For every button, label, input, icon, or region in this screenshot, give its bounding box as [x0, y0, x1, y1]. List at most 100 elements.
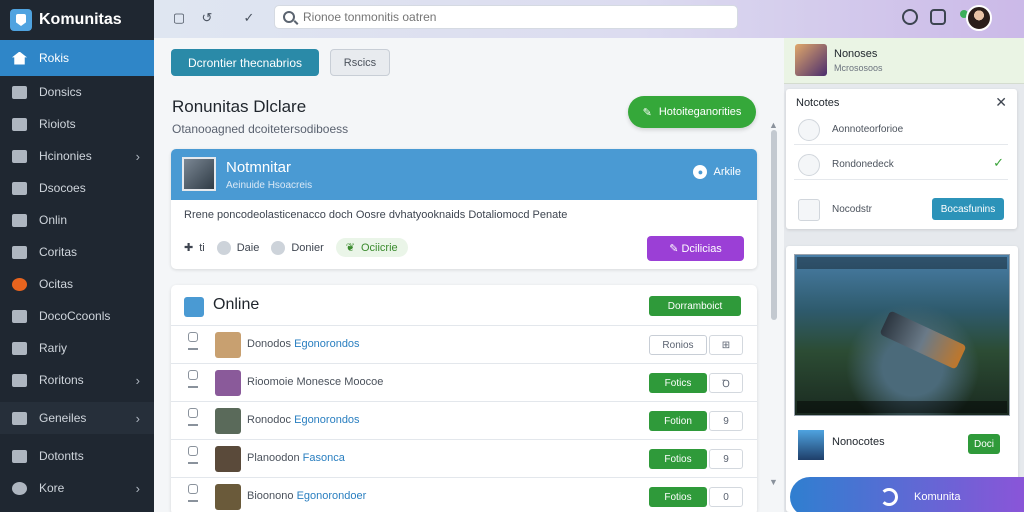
sidebar-item[interactable]: Onlin — [0, 204, 154, 236]
komunitas-floating-button[interactable]: Komunita — [790, 477, 1024, 512]
drag-handle-icon — [188, 462, 198, 464]
action-second[interactable]: Donier — [271, 240, 324, 255]
member-action-button[interactable]: Fotios — [649, 487, 707, 507]
sidebar-item[interactable]: Rioiots — [0, 108, 154, 140]
post-author[interactable]: Notmnitar — [226, 159, 291, 176]
member-link[interactable]: Fasonca — [303, 452, 345, 464]
game-row: Nonocotes Doci — [794, 428, 1010, 462]
sidebar-item[interactable]: Dsocoes — [0, 172, 154, 204]
member-count[interactable]: 9 — [709, 411, 743, 431]
notification-row[interactable]: Rondonedeck ✓ — [794, 150, 1008, 180]
member-action-button[interactable]: Fotios — [649, 449, 707, 469]
action-third[interactable]: ❦ Ociicrie — [335, 238, 408, 257]
sidebar-item[interactable]: Rokis — [0, 40, 154, 76]
online-row[interactable]: Rioomoie Monesce Moocoe Fotics Ꝺ — [171, 363, 757, 401]
action-first-label: Daie — [236, 241, 260, 254]
notification-action-button[interactable]: Bocasfunins — [932, 198, 1004, 220]
nav-icon — [12, 277, 27, 291]
sidebar-item-label: Geneiles — [39, 411, 87, 425]
sidebar-item[interactable]: Hcinonies › — [0, 140, 154, 172]
member-avatar — [215, 332, 241, 358]
brand[interactable]: Komunitas — [0, 0, 154, 40]
member-link[interactable]: Egonorondos — [294, 414, 359, 426]
game-action-button[interactable]: Doci — [968, 434, 1000, 454]
game-weapon — [879, 310, 967, 370]
sidebar-item-label: Rariy — [39, 341, 68, 355]
back-icon[interactable]: ↺ — [200, 11, 214, 25]
compose-icon: ✎ — [642, 106, 652, 119]
member-name: Donodos Egonorondos — [247, 338, 360, 350]
member-action-button[interactable]: Fotics — [649, 373, 707, 393]
secondary-action-button[interactable]: Rscics — [330, 49, 390, 76]
purple-action-button[interactable]: ✎ Dcilicias — [647, 236, 744, 261]
nav-icon — [12, 117, 27, 131]
search-bar[interactable] — [274, 5, 738, 29]
scrollbar[interactable] — [771, 130, 777, 320]
member-count[interactable]: ⊞ — [709, 335, 743, 355]
action-first[interactable]: Daie — [216, 240, 260, 255]
member-name: Bioonono Egonorondoer — [247, 490, 366, 502]
sidebar-item[interactable]: Kore › — [0, 472, 154, 504]
member-first-name: Bioonono — [247, 490, 294, 502]
sidebar-item[interactable]: Roritons › — [0, 364, 154, 396]
scroll-up-icon[interactable]: ▲ — [769, 120, 778, 130]
game-screenshot[interactable] — [794, 254, 1010, 416]
online-row[interactable]: Ronodoc Egonorondos Fotion 9 — [171, 401, 757, 439]
scroll-down-icon[interactable]: ▼ — [769, 477, 778, 487]
new-post-button[interactable]: ✎ Hotoiteganorities — [628, 96, 756, 128]
post-author-avatar[interactable] — [182, 157, 216, 191]
purple-action-label: Dcilicias — [681, 242, 722, 255]
sidebar-item[interactable]: Donsics — [0, 76, 154, 108]
search-input[interactable] — [303, 10, 723, 24]
post-status[interactable]: ● Arkile — [693, 165, 741, 179]
drag-handle-icon — [188, 386, 198, 388]
member-count[interactable]: 9 — [709, 449, 743, 469]
vote-control[interactable]: ✚ ti — [184, 241, 205, 255]
member-action-button[interactable]: Ronios — [649, 335, 707, 355]
user-avatar[interactable] — [966, 5, 992, 31]
sidebar-item[interactable]: Coritas — [0, 236, 154, 268]
sidebar-item-label: Rokis — [39, 51, 70, 65]
online-row[interactable]: Bioonono Egonorondoer Fotios 0 — [171, 477, 757, 512]
online-row[interactable]: Donodos Egonorondos Ronios ⊞ — [171, 325, 757, 363]
post-card: Notmnitar Aeinuide Hsoacreis ● Arkile Rr… — [171, 149, 757, 269]
primary-action-button[interactable]: Dcrontier thecnabrios — [171, 49, 319, 76]
member-avatar — [215, 370, 241, 396]
user-icon — [271, 240, 286, 255]
drag-handle-icon — [188, 500, 198, 502]
sidebar-item[interactable]: Geneiles › — [0, 402, 154, 434]
member-link[interactable]: Egonorondos — [294, 338, 359, 350]
profile-card[interactable]: Nonoses Mcrososoos — [784, 38, 1024, 84]
nav-icon — [12, 213, 27, 227]
post-meta: Aeinuide Hsoacreis — [226, 180, 313, 191]
drag-handle-icon[interactable] — [188, 446, 198, 456]
sidebar-item-label: Hcinonies — [39, 149, 92, 163]
sidebar-item[interactable]: Ocitas — [0, 268, 154, 300]
online-card: Online Dorramboict Donodos Egonorondos Ro… — [171, 285, 757, 512]
sidebar-item-label: Ocitas — [39, 277, 74, 291]
member-count[interactable]: 0 — [709, 487, 743, 507]
online-action-button[interactable]: Dorramboict — [649, 296, 741, 316]
drag-handle-icon[interactable] — [188, 408, 198, 418]
drag-handle-icon[interactable] — [188, 332, 198, 342]
drag-handle-icon[interactable] — [188, 370, 198, 380]
panel-icon[interactable]: ▢ — [172, 11, 186, 25]
settings-icon[interactable] — [930, 9, 946, 25]
notification-row[interactable]: Nocodstr Bocasfunins — [794, 195, 1008, 225]
sidebar-item-label: Coritas — [39, 245, 78, 259]
sidebar-item[interactable]: Rariy — [0, 332, 154, 364]
notification-icon[interactable] — [902, 9, 918, 25]
drag-handle-icon — [188, 348, 198, 350]
check-icon[interactable]: ✓ — [242, 11, 256, 25]
sidebar-item[interactable]: Dotontts — [0, 440, 154, 472]
member-action-button[interactable]: Fotion — [649, 411, 707, 431]
sidebar-item[interactable]: DocoCcoonls — [0, 300, 154, 332]
nav-icon — [12, 85, 27, 99]
member-link[interactable]: Egonorondoer — [297, 490, 367, 502]
game-card: Nonocotes Doci — [786, 246, 1018, 512]
close-icon[interactable]: ✕ — [995, 94, 1007, 111]
drag-handle-icon[interactable] — [188, 484, 198, 494]
member-count[interactable]: Ꝺ — [709, 373, 743, 393]
notification-row[interactable]: Aonnoteorforioe — [794, 115, 1008, 145]
online-row[interactable]: Planoodon Fasonca Fotios 9 — [171, 439, 757, 477]
